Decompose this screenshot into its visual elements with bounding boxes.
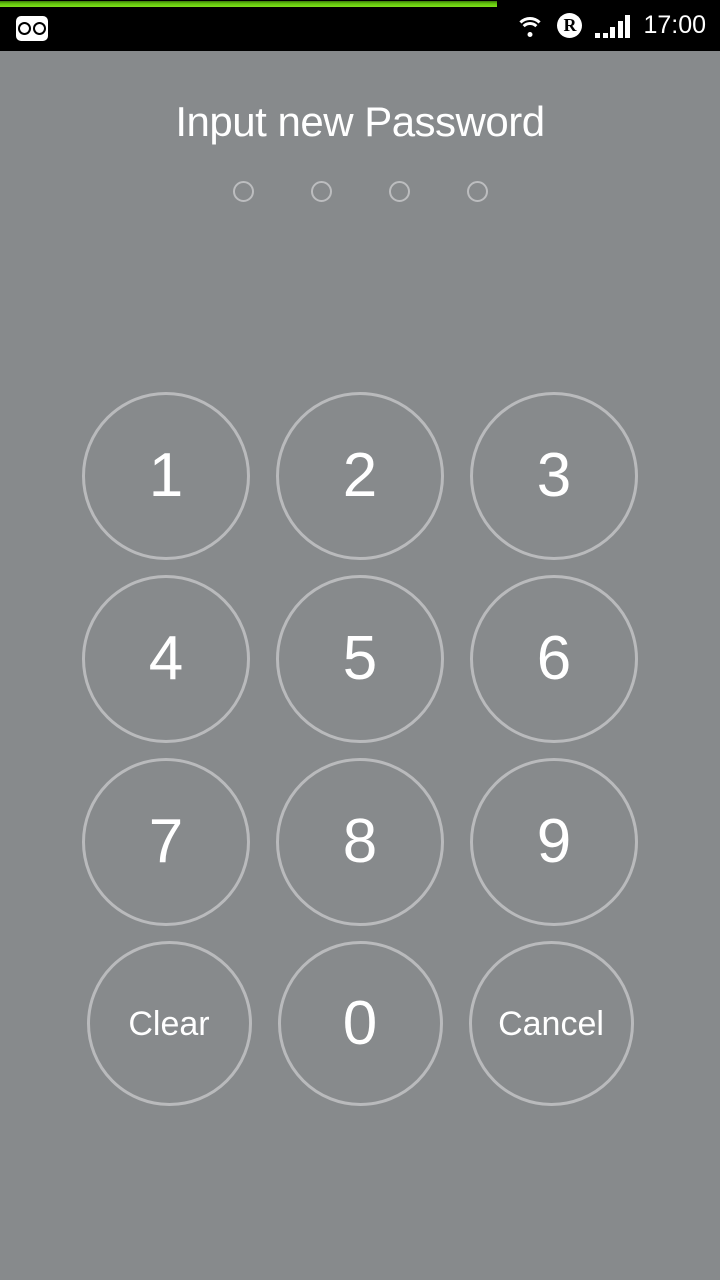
- key-9[interactable]: 9: [470, 758, 638, 926]
- top-progress-bar-fill: [0, 1, 497, 7]
- keypad: 1 2 3 4 5 6 7 8 9 Clear 0 Cancel: [0, 392, 720, 1121]
- key-6[interactable]: 6: [470, 575, 638, 743]
- pin-indicator: [0, 181, 720, 202]
- signal-bar-3: [610, 26, 616, 38]
- top-progress-bar: [0, 0, 720, 9]
- key-4-label: 4: [148, 624, 184, 693]
- key-cancel[interactable]: Cancel: [468, 941, 634, 1106]
- pin-dot-4: [466, 181, 488, 202]
- pin-dot-3: [388, 181, 410, 202]
- key-clear[interactable]: Clear: [86, 941, 252, 1106]
- pin-dot-1: [232, 181, 254, 202]
- signal-bar-5: [625, 14, 631, 38]
- keypad-row-1: 1 2 3: [0, 392, 720, 560]
- lock-screen: R 17:00 Input new Password 1 2 3 4 5 6 7 8 9 Clea…: [0, 0, 720, 1280]
- wifi-icon: [515, 15, 546, 37]
- key-8-label: 8: [342, 807, 378, 876]
- keypad-row-2: 4 5 6: [0, 575, 720, 743]
- key-8[interactable]: 8: [276, 758, 444, 926]
- key-1-label: 1: [148, 441, 184, 510]
- voicemail-icon: [16, 16, 48, 41]
- pin-dot-2: [310, 181, 332, 202]
- key-3-label: 3: [536, 441, 572, 510]
- status-bar-clock: 17:00: [643, 11, 706, 39]
- roaming-icon: R: [557, 13, 583, 38]
- signal-bar-1: [595, 32, 601, 38]
- voicemail-reel-left: [18, 22, 31, 35]
- key-1[interactable]: 1: [82, 392, 250, 560]
- key-cancel-label: Cancel: [498, 1004, 604, 1043]
- key-2-label: 2: [342, 441, 378, 510]
- key-4[interactable]: 4: [82, 575, 250, 743]
- key-7-label: 7: [148, 807, 184, 876]
- key-5-label: 5: [342, 624, 378, 693]
- key-2[interactable]: 2: [276, 392, 444, 560]
- key-9-label: 9: [536, 807, 572, 876]
- key-6-label: 6: [536, 624, 572, 693]
- voicemail-reel-right: [33, 22, 46, 35]
- key-0[interactable]: 0: [277, 941, 443, 1106]
- key-clear-label: Clear: [128, 1004, 210, 1043]
- wifi-dot: [527, 31, 533, 37]
- key-7[interactable]: 7: [82, 758, 250, 926]
- status-bar-left-icons: [16, 16, 48, 41]
- keypad-row-4: Clear 0 Cancel: [0, 941, 720, 1106]
- key-3[interactable]: 3: [470, 392, 638, 560]
- signal-bar-4: [617, 20, 623, 38]
- signal-bar-2: [602, 32, 608, 38]
- key-5[interactable]: 5: [276, 575, 444, 743]
- key-0-label: 0: [342, 988, 378, 1058]
- signal-icon: [595, 14, 631, 38]
- page-title: Input new Password: [175, 98, 545, 145]
- keypad-row-3: 7 8 9: [0, 758, 720, 926]
